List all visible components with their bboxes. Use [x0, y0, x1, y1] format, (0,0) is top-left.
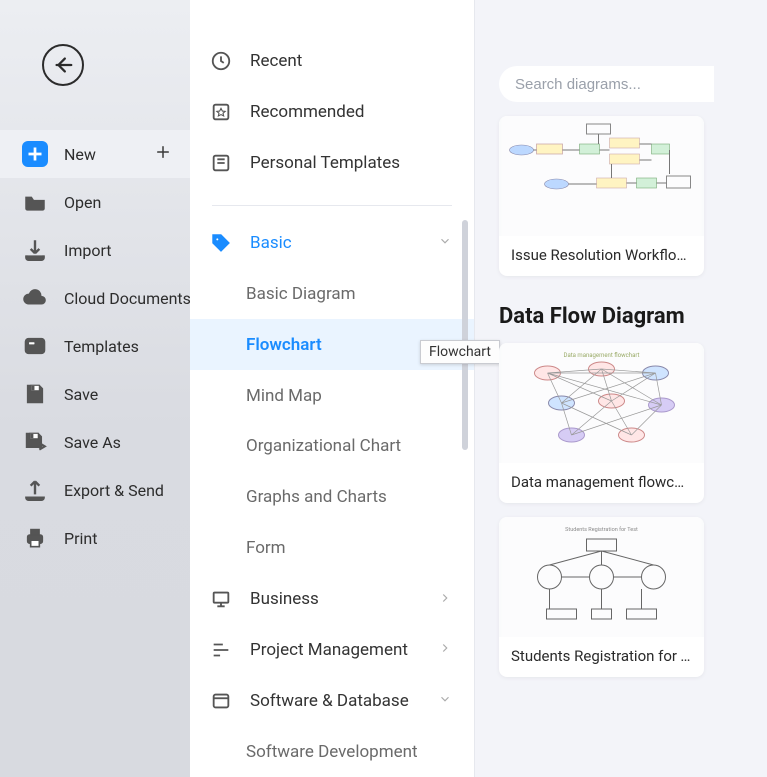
- templates-icon: [22, 333, 48, 359]
- template-card-students-registration[interactable]: Students Registration for Test Students …: [499, 517, 704, 677]
- chevron-down-icon: [438, 691, 452, 710]
- category-project-management[interactable]: Project Management: [190, 624, 474, 675]
- search-input[interactable]: [499, 66, 714, 102]
- category-personal-templates[interactable]: Personal Templates: [190, 138, 474, 189]
- back-area: [0, 0, 190, 130]
- subcategory-label: Organizational Chart: [246, 436, 401, 456]
- template-card-data-management[interactable]: Data management flowchart Data managemen…: [499, 343, 704, 503]
- sidebar-item-print[interactable]: Print: [0, 514, 190, 562]
- tooltip: Flowchart: [420, 340, 500, 364]
- subcategory-graphs-charts[interactable]: Graphs and Charts: [190, 472, 474, 523]
- category-label: Recommended: [250, 102, 365, 122]
- add-icon[interactable]: [154, 143, 172, 165]
- back-button[interactable]: [42, 44, 84, 86]
- subcategory-software-development[interactable]: Software Development: [190, 726, 474, 777]
- category-business[interactable]: Business: [190, 574, 474, 625]
- category-label: Project Management: [250, 640, 408, 660]
- chevron-right-icon: [438, 640, 452, 659]
- category-label: Recent: [250, 51, 302, 71]
- save-as-icon: [22, 429, 48, 455]
- subcategory-label: Graphs and Charts: [246, 487, 387, 507]
- tag-icon: [210, 232, 232, 254]
- template-thumbnail: Data management flowchart: [499, 343, 704, 463]
- subcategory-label: Basic Diagram: [246, 284, 356, 304]
- sidebar-item-label: Open: [64, 193, 101, 212]
- sidebar-item-label: Import: [64, 241, 112, 260]
- subcategory-label: Software Development: [246, 742, 418, 762]
- sidebar-item-label: Save As: [64, 433, 121, 452]
- section-title-dfd: Data Flow Diagram: [499, 304, 767, 329]
- window-icon: [210, 690, 232, 712]
- svg-text:Data management flowchart: Data management flowchart: [564, 352, 640, 359]
- template-caption: Issue Resolution Workflow ...: [499, 236, 704, 276]
- folder-icon: [22, 189, 48, 215]
- category-label: Basic: [250, 233, 292, 253]
- presentation-icon: [210, 588, 232, 610]
- category-label: Business: [250, 589, 319, 609]
- sidebar-item-saveas[interactable]: Save As: [0, 418, 190, 466]
- clock-icon: [210, 50, 232, 72]
- export-icon: [22, 477, 48, 503]
- sidebar-item-label: Export & Send: [64, 481, 164, 500]
- category-software-database[interactable]: Software & Database: [190, 675, 474, 726]
- sidebar-item-cloud[interactable]: Cloud Documents: [0, 274, 190, 322]
- sidebar-item-import[interactable]: Import: [0, 226, 190, 274]
- template-card-issue-resolution[interactable]: Issue Resolution Workflow ...: [499, 116, 704, 276]
- gantt-icon: [210, 639, 232, 661]
- chevron-down-icon: [438, 233, 452, 252]
- sidebar-item-label: Cloud Documents: [64, 289, 191, 308]
- sidebar-item-label: New: [64, 145, 96, 164]
- sidebar-item-export[interactable]: Export & Send: [0, 466, 190, 514]
- cloud-icon: [22, 285, 48, 311]
- chevron-right-icon: [438, 590, 452, 609]
- sidebar-item-label: Print: [64, 529, 97, 548]
- sidebar-item-open[interactable]: Open: [0, 178, 190, 226]
- template-caption: Students Registration for T...: [499, 637, 704, 677]
- category-panel: Recent Recommended Personal Templates Ba…: [190, 0, 475, 777]
- subcategory-label: Form: [246, 538, 286, 558]
- category-label: Personal Templates: [250, 153, 400, 173]
- subcategory-form[interactable]: Form: [190, 523, 474, 574]
- sidebar-item-new[interactable]: New: [0, 130, 190, 178]
- sidebar-item-templates[interactable]: Templates: [0, 322, 190, 370]
- category-basic[interactable]: Basic: [190, 218, 474, 269]
- svg-text:Students Registration for Test: Students Registration for Test: [565, 526, 638, 533]
- star-badge-icon: [210, 101, 232, 123]
- sidebar-item-save[interactable]: Save: [0, 370, 190, 418]
- subcategory-label: Flowchart: [246, 335, 322, 355]
- category-recent[interactable]: Recent: [190, 36, 474, 87]
- template-icon: [210, 152, 232, 174]
- subcategory-org-chart[interactable]: Organizational Chart: [190, 421, 474, 472]
- subcategory-label: Mind Map: [246, 386, 322, 406]
- category-recommended[interactable]: Recommended: [190, 87, 474, 138]
- template-thumbnail: [499, 116, 704, 236]
- template-thumbnail: Students Registration for Test: [499, 517, 704, 637]
- file-sidebar: New Open Import Cloud Documents Template…: [0, 0, 190, 777]
- import-icon: [22, 237, 48, 263]
- template-gallery: Issue Resolution Workflow ... Data Flow …: [475, 0, 767, 777]
- sidebar-item-label: Save: [64, 385, 98, 404]
- template-caption: Data management flowchart: [499, 463, 704, 503]
- subcategory-mindmap[interactable]: Mind Map: [190, 370, 474, 421]
- divider: [212, 205, 452, 206]
- print-icon: [22, 525, 48, 551]
- category-label: Software & Database: [250, 691, 409, 711]
- plus-box-icon: [22, 141, 48, 167]
- save-icon: [22, 381, 48, 407]
- subcategory-basic-diagram[interactable]: Basic Diagram: [190, 268, 474, 319]
- sidebar-item-label: Templates: [64, 337, 139, 356]
- scrollbar-thumb[interactable]: [462, 220, 468, 450]
